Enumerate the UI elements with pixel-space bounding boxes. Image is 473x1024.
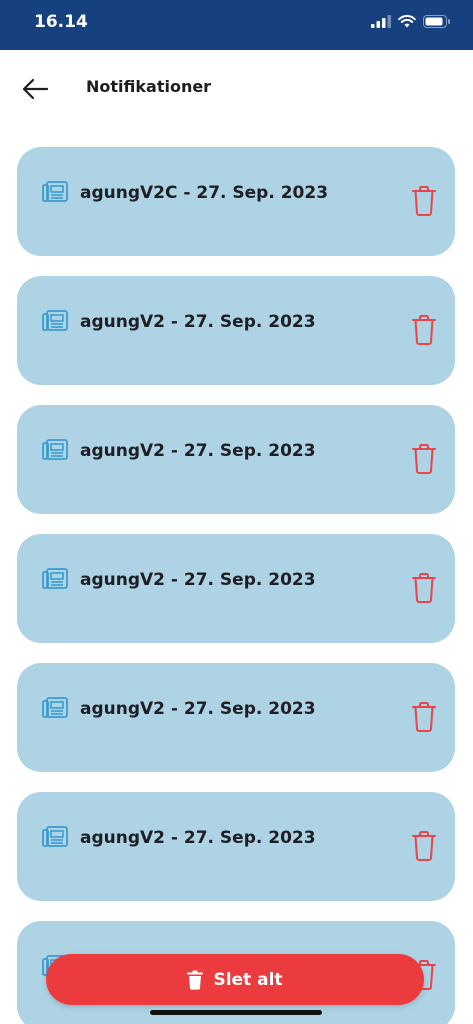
- delete-button[interactable]: [411, 185, 437, 217]
- wifi-icon: [398, 15, 416, 28]
- delete-all-label: Slet alt: [213, 969, 283, 990]
- header: Notifikationer: [0, 50, 473, 126]
- notification-list[interactable]: agungV2C - 27. Sep. 2023 agungV2 - 27. S…: [17, 147, 455, 1024]
- notification-card[interactable]: agungV2C - 27. Sep. 2023: [17, 147, 455, 256]
- newspaper-icon: [42, 181, 68, 202]
- trash-icon: [412, 315, 436, 345]
- status-icons: [371, 15, 451, 28]
- notification-card[interactable]: agungV2 - 27. Sep. 2023: [17, 405, 455, 514]
- notification-title: agungV2C - 27. Sep. 2023: [80, 183, 329, 203]
- trash-icon: [412, 831, 436, 861]
- status-bar: 16.14: [0, 0, 473, 50]
- signal-icon: [371, 15, 391, 28]
- newspaper-icon: [42, 697, 68, 718]
- delete-button[interactable]: [411, 830, 437, 862]
- notification-card[interactable]: agungV2 - 27. Sep. 2023: [17, 792, 455, 901]
- delete-button[interactable]: [411, 701, 437, 733]
- newspaper-icon: [42, 439, 68, 460]
- trash-icon: [412, 573, 436, 603]
- notification-card[interactable]: agungV2 - 27. Sep. 2023: [17, 663, 455, 772]
- trash-icon: [412, 444, 436, 474]
- battery-icon: [423, 15, 450, 28]
- notification-title: agungV2 - 27. Sep. 2023: [80, 699, 316, 719]
- notification-title: agungV2 - 27. Sep. 2023: [80, 570, 316, 590]
- notification-card[interactable]: agungV2 - 27. Sep. 2023: [17, 276, 455, 385]
- notification-title: agungV2 - 27. Sep. 2023: [80, 828, 316, 848]
- newspaper-icon: [42, 568, 68, 589]
- newspaper-icon: [42, 826, 68, 847]
- notification-title: agungV2 - 27. Sep. 2023: [80, 441, 316, 461]
- trash-icon: [187, 970, 204, 990]
- notification-card[interactable]: agungV2 - 27. Sep. 2023: [17, 534, 455, 643]
- trash-icon: [412, 702, 436, 732]
- notification-title: agungV2 - 27. Sep. 2023: [80, 312, 316, 332]
- delete-button[interactable]: [411, 572, 437, 604]
- trash-icon: [412, 186, 436, 216]
- home-indicator: [150, 1010, 322, 1015]
- delete-all-button[interactable]: Slet alt: [46, 954, 424, 1005]
- newspaper-icon: [42, 310, 68, 331]
- page-title: Notifikationer: [86, 77, 212, 96]
- arrow-left-icon: [22, 78, 49, 100]
- delete-button[interactable]: [411, 314, 437, 346]
- delete-button[interactable]: [411, 443, 437, 475]
- status-time: 16.14: [34, 12, 88, 32]
- back-button[interactable]: [18, 74, 52, 104]
